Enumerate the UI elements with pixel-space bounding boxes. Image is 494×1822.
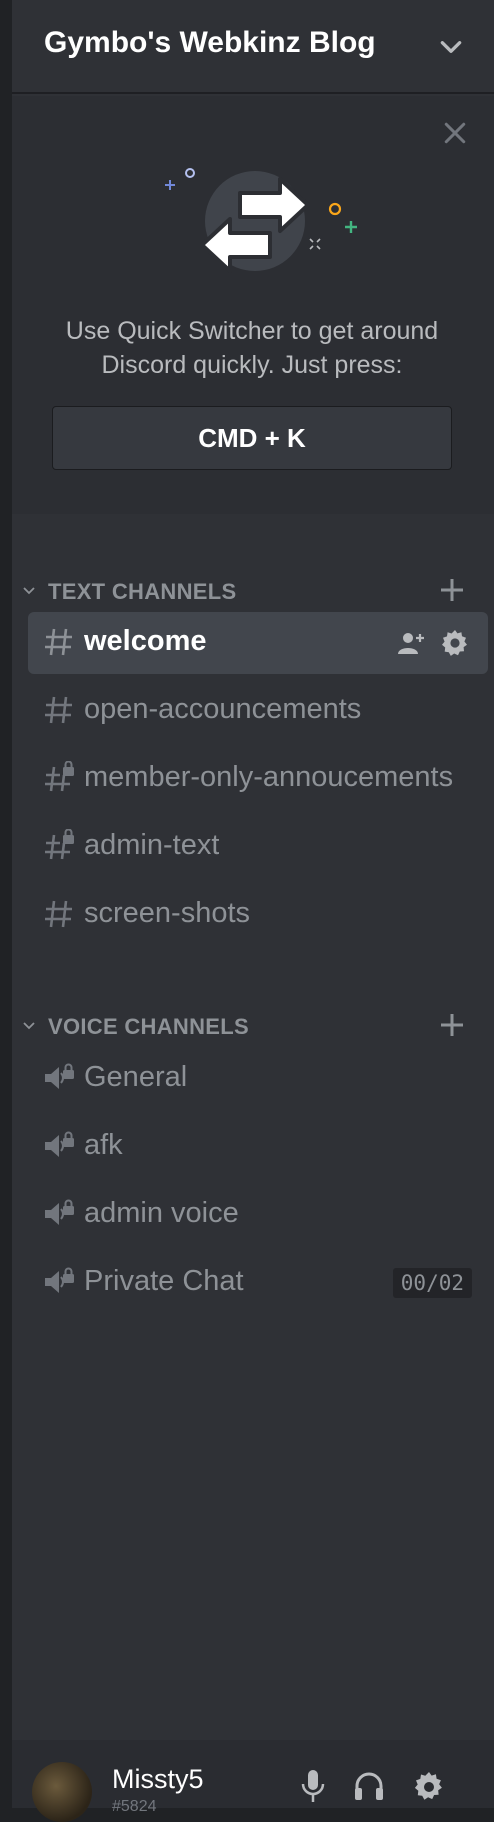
close-icon[interactable] bbox=[440, 118, 470, 148]
guild-strip-edge bbox=[0, 0, 12, 1808]
locked-speaker-icon bbox=[45, 1063, 74, 1089]
chevron-down-icon bbox=[23, 1022, 35, 1030]
locked-hashtag-icon bbox=[45, 761, 74, 792]
locked-hashtag-icon bbox=[45, 829, 74, 860]
user-discriminator: #5824 bbox=[112, 1798, 157, 1815]
channel-screen-shots[interactable]: screen-shots bbox=[28, 884, 488, 946]
channel-sidebar: Gymbo's Webkinz Blog Use Quick Switcher … bbox=[12, 0, 494, 1822]
voice-channel-general[interactable]: General bbox=[28, 1048, 488, 1110]
channel-actions bbox=[396, 628, 470, 658]
chevron-down-icon bbox=[23, 587, 35, 595]
avatar[interactable] bbox=[32, 1762, 92, 1822]
channel-name: admin voice bbox=[84, 1197, 239, 1229]
shortcut-keycap: CMD + K bbox=[52, 406, 452, 470]
gear-icon[interactable] bbox=[440, 628, 470, 658]
chevron-down-icon[interactable] bbox=[438, 34, 464, 60]
microphone-icon[interactable] bbox=[296, 1766, 330, 1806]
channel-admin-text[interactable]: admin-text bbox=[28, 816, 488, 878]
category-text-channels[interactable]: TEXT CHANNELS bbox=[12, 570, 494, 610]
quick-switcher-illustration-icon bbox=[165, 168, 357, 273]
category-voice-channels[interactable]: VOICE CHANNELS bbox=[12, 1005, 494, 1045]
server-header[interactable]: Gymbo's Webkinz Blog bbox=[12, 0, 494, 92]
category-label: TEXT CHANNELS bbox=[48, 579, 237, 604]
channel-open-accouncements[interactable]: open-accouncements bbox=[28, 680, 488, 742]
user-limit-badge: 00/02 bbox=[392, 1268, 472, 1298]
channel-name: Private Chat bbox=[84, 1265, 244, 1297]
add-channel-icon[interactable] bbox=[438, 1011, 466, 1039]
quick-switcher-message: Use Quick Switcher to get around Discord… bbox=[65, 317, 439, 379]
locked-speaker-icon bbox=[45, 1267, 74, 1293]
hashtag-icon bbox=[45, 696, 72, 724]
channel-name: afk bbox=[84, 1129, 123, 1161]
quick-switcher-tip: Use Quick Switcher to get around Discord… bbox=[12, 96, 494, 514]
hashtag-icon bbox=[45, 900, 72, 928]
voice-channel-admin-voice[interactable]: admin voice bbox=[28, 1184, 488, 1246]
user-settings-gear-icon[interactable] bbox=[412, 1766, 446, 1806]
category-label: VOICE CHANNELS bbox=[48, 1014, 249, 1039]
user-panel: Missty5 #5824 bbox=[12, 1740, 494, 1822]
channel-name: General bbox=[84, 1061, 188, 1093]
discord-app: Gymbo's Webkinz Blog Use Quick Switcher … bbox=[0, 0, 494, 1822]
channel-name: welcome bbox=[84, 625, 207, 657]
username: Missty5 bbox=[112, 1764, 204, 1794]
channel-member-only-annoucements[interactable]: member-only-annoucements bbox=[28, 748, 488, 810]
locked-speaker-icon bbox=[45, 1131, 74, 1157]
channel-name: admin-text bbox=[84, 829, 220, 861]
headphones-icon[interactable] bbox=[352, 1766, 386, 1806]
add-channel-icon[interactable] bbox=[438, 576, 466, 604]
channel-name: screen-shots bbox=[84, 897, 251, 929]
channel-welcome[interactable]: welcome bbox=[28, 612, 488, 674]
channel-name: member-only-annoucements bbox=[84, 761, 454, 793]
voice-channel-private-chat[interactable]: Private Chat 00/02 bbox=[28, 1252, 488, 1314]
server-name: Gymbo's Webkinz Blog bbox=[44, 26, 376, 59]
hashtag-icon bbox=[45, 628, 72, 656]
invite-user-icon[interactable] bbox=[396, 628, 426, 658]
channel-name: open-accouncements bbox=[84, 693, 362, 725]
locked-speaker-icon bbox=[45, 1199, 74, 1225]
voice-channel-afk[interactable]: afk bbox=[28, 1116, 488, 1178]
